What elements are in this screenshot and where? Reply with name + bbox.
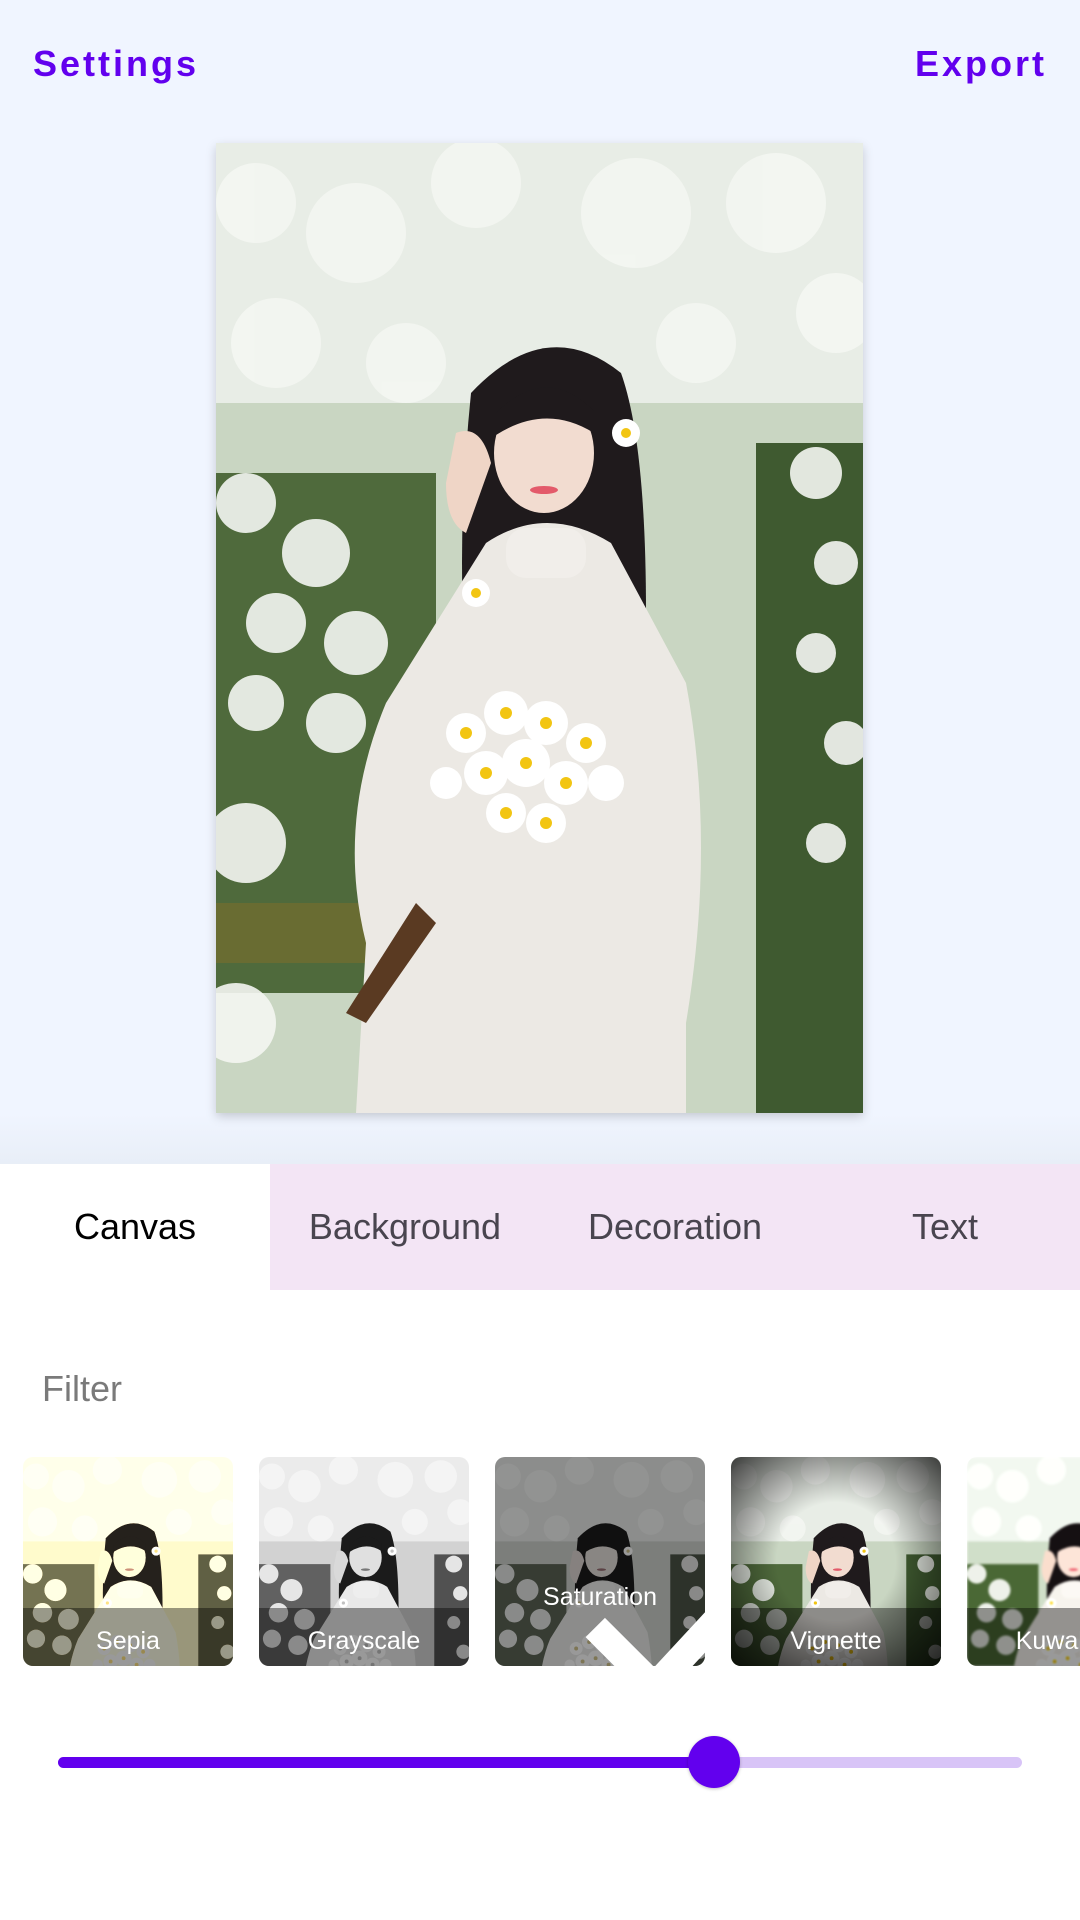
filter-vignette[interactable]: Vignette bbox=[731, 1457, 941, 1666]
filter-grayscale[interactable]: Grayscale bbox=[259, 1457, 469, 1666]
filter-label: Sepia bbox=[96, 1627, 160, 1655]
filter-label: Grayscale bbox=[307, 1627, 421, 1655]
filter-label: Saturation bbox=[543, 1583, 657, 1611]
filter-label: Kuwahara bbox=[1015, 1627, 1080, 1655]
filter-saturation[interactable]: Saturation bbox=[495, 1457, 705, 1666]
filter-intensity-slider[interactable] bbox=[40, 1730, 1040, 1794]
filter-section-label: Filter bbox=[42, 1368, 122, 1409]
filter-sepia[interactable]: Sepia bbox=[23, 1457, 233, 1666]
tab-canvas[interactable]: Canvas bbox=[0, 1164, 270, 1290]
filter-list[interactable]: Sepia Grayscale Saturation Vignette Kuwa… bbox=[23, 1457, 1080, 1667]
tab-background[interactable]: Background bbox=[270, 1164, 540, 1290]
filter-label: Vignette bbox=[790, 1627, 882, 1655]
filter-kuwahara[interactable]: Kuwahara bbox=[967, 1457, 1080, 1666]
slider-thumb[interactable] bbox=[687, 1736, 740, 1788]
slider-track-fill bbox=[58, 1757, 714, 1768]
photo-preview[interactable] bbox=[216, 143, 863, 1113]
tab-decoration[interactable]: Decoration bbox=[540, 1164, 810, 1290]
tab-text[interactable]: Text bbox=[810, 1164, 1080, 1290]
preview-area: Settings Export bbox=[0, 0, 1080, 1164]
photo-image bbox=[216, 143, 863, 1113]
editor-tab-bar: Canvas Background Decoration Text bbox=[0, 1164, 1080, 1290]
settings-button[interactable]: Settings bbox=[33, 42, 199, 86]
export-button[interactable]: Export bbox=[915, 42, 1047, 86]
